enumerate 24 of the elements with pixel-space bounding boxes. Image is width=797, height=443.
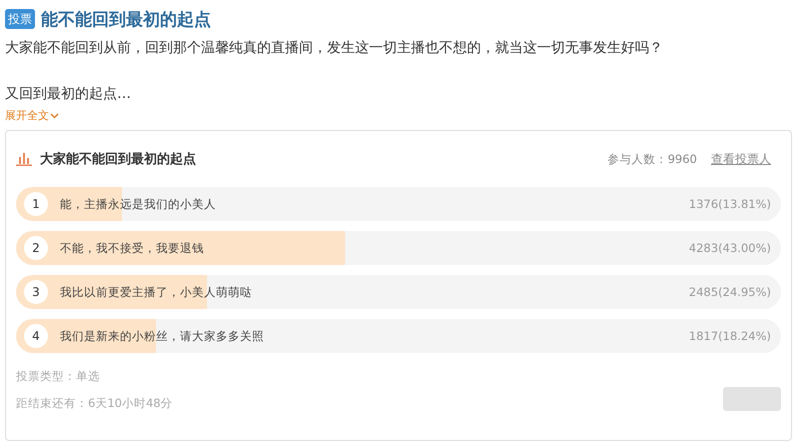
poll-option[interactable]: 2 不能，我不接受，我要退钱 4283(43.00%) <box>16 231 781 265</box>
option-result: 1817(18.24%) <box>688 329 771 343</box>
option-result: 2485(24.95%) <box>688 285 771 299</box>
post-title: 能不能回到最初的起点 <box>41 8 211 30</box>
option-label: 我们是新来的小粉丝，请大家多多关照 <box>60 328 265 344</box>
participant-count: 参与人数：9960 <box>608 152 697 166</box>
option-label: 我比以前更爱主播了，小美人萌萌哒 <box>60 284 253 300</box>
option-label: 不能，我不接受，我要退钱 <box>60 240 205 256</box>
vote-tag: 投票 <box>5 9 35 29</box>
post-text: 又回到最初的起点… <box>5 85 132 104</box>
poll-option[interactable]: 3 我比以前更爱主播了，小美人萌萌哒 2485(24.95%) <box>16 275 781 309</box>
post-text: 大家能不能回到从前，回到那个温馨纯真的直播间，发生这一切主播也不想的，就当这一切无事发生好吗？ <box>5 39 664 58</box>
time-remaining: 距结束还有：6天10小时48分 <box>16 396 173 411</box>
view-voters-link[interactable]: 查看投票人 <box>711 150 771 168</box>
option-result: 1376(13.81%) <box>688 197 771 211</box>
chevron-down-icon <box>50 112 59 118</box>
option-label: 能，主播永远是我们的小美人 <box>60 196 217 212</box>
bar-chart-icon <box>16 152 32 166</box>
vote-type: 投票类型：单选 <box>16 369 101 384</box>
poll-option[interactable]: 4 我们是新来的小粉丝，请大家多多关照 1817(18.24%) <box>16 319 781 353</box>
poll-title: 大家能不能回到最初的起点 <box>40 150 197 168</box>
vote-button[interactable] <box>723 387 781 411</box>
poll-option[interactable]: 1 能，主播永远是我们的小美人 1376(13.81%) <box>16 187 781 221</box>
option-result: 4283(43.00%) <box>688 241 771 255</box>
